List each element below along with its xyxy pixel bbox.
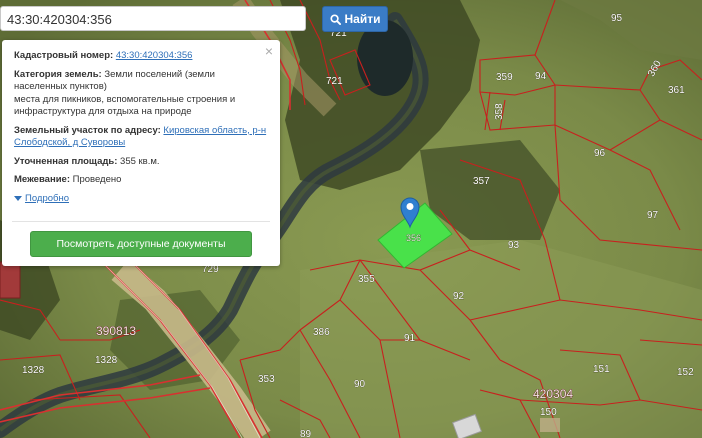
plot-number: 97	[647, 210, 659, 221]
block-number: 390813	[96, 324, 136, 338]
plot-number: 89	[300, 429, 312, 438]
area-row: Уточненная площадь: 355 кв.м.	[14, 156, 270, 169]
plot-number: 355	[358, 274, 375, 285]
survey-label: Межевание:	[14, 174, 70, 185]
survey-value: Проведено	[72, 174, 122, 185]
plot-number: 357	[473, 176, 490, 187]
plot-number: 90	[354, 379, 366, 390]
search-icon	[329, 13, 341, 25]
search-button-label: Найти	[344, 12, 381, 26]
cadastral-number-link[interactable]: 43:30:420304:356	[116, 50, 193, 61]
search-button[interactable]: Найти	[322, 6, 388, 32]
divider	[12, 221, 270, 222]
cadastral-number-label: Кадастровый номер:	[14, 50, 114, 61]
area-value: 355 кв.м.	[120, 155, 160, 167]
plot-number: 91	[404, 333, 416, 344]
plot-number: 93	[508, 240, 520, 251]
address-label: Земельный участок по адресу:	[14, 124, 161, 136]
plot-number: 361	[668, 85, 685, 96]
plot-number: 92	[453, 291, 465, 302]
search-bar: 43:30:420304:356 Найти	[0, 6, 390, 33]
selected-parcel-number: 356	[406, 233, 421, 243]
plot-number: 96	[594, 148, 606, 159]
plot-number: 1328	[22, 365, 45, 376]
land-category-label: Категория земель:	[14, 68, 102, 80]
plot-number: 151	[593, 364, 610, 375]
survey-row: Межевание: Проведено	[14, 174, 270, 187]
parcel-info-popup: × Кадастровый номер: 43:30:420304:356 Ка…	[2, 40, 280, 266]
area-label: Уточненная площадь:	[14, 155, 118, 167]
plot-number: 358	[494, 103, 505, 120]
plot-number: 94	[535, 71, 547, 82]
cadastral-search-input[interactable]: 43:30:420304:356	[0, 6, 306, 31]
plot-number: 359	[496, 72, 513, 83]
details-toggle[interactable]: Подробно	[14, 193, 270, 206]
plot-number: 152	[677, 367, 694, 378]
address-row: Земельный участок по адресу: Кировская о…	[14, 125, 270, 150]
plot-number: 386	[313, 327, 330, 338]
plot-number: 1328	[95, 355, 118, 366]
land-use-value: места для пикников, вспомогательные стро…	[14, 93, 236, 118]
chevron-down-icon	[14, 196, 22, 202]
cadastral-number-row: Кадастровый номер: 43:30:420304:356	[14, 50, 270, 63]
land-category-row: Категория земель: Земли поселений (земли…	[14, 69, 270, 119]
plot-number: 95	[611, 13, 623, 24]
view-documents-button[interactable]: Посмотреть доступные документы	[30, 231, 252, 257]
details-link[interactable]: Подробно	[25, 193, 69, 206]
plot-number: 353	[258, 374, 275, 385]
close-icon[interactable]: ×	[265, 44, 273, 58]
plot-number: 150	[540, 407, 557, 418]
plot-number: 721	[326, 76, 343, 87]
block-number: 420304	[533, 387, 573, 401]
